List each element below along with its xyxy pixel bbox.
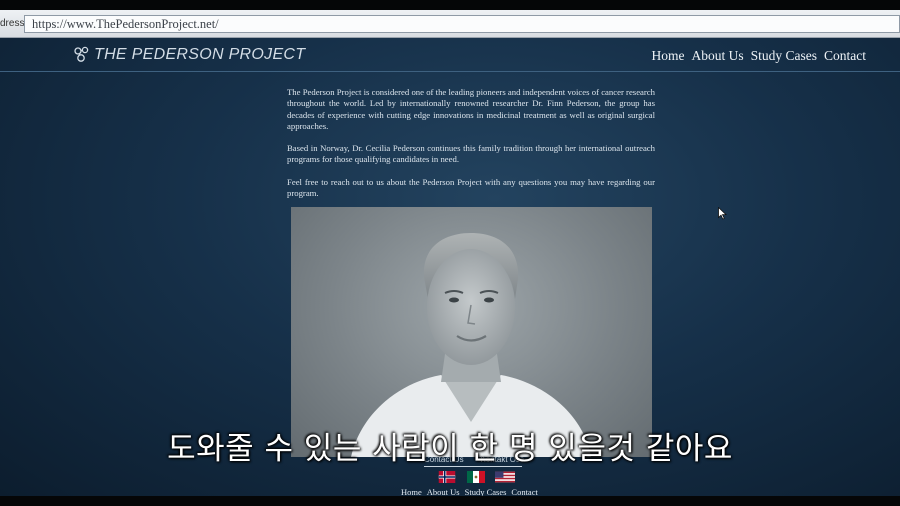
footer-nav-about-us[interactable]: About Us [427, 487, 460, 496]
url-field[interactable]: https://www.ThePedersonProject.net/ [24, 15, 900, 33]
header-divider [0, 71, 900, 72]
norway-flag-icon[interactable] [437, 471, 457, 483]
intro-text: The Pederson Project is considered one o… [287, 87, 655, 210]
site-logo[interactable]: THE PEDERSON PROJECT [72, 43, 305, 67]
language-flags [437, 471, 515, 483]
footer-nav-contact[interactable]: Contact [511, 487, 537, 496]
intro-paragraph-2: Based in Norway, Dr. Cecilia Pederson co… [287, 143, 655, 165]
intro-paragraph-3: Feel free to reach out to us about the P… [287, 176, 655, 199]
logo-text: THE PEDERSON PROJECT [94, 46, 306, 63]
footer-nav-home[interactable]: Home [401, 487, 422, 496]
portrait-illustration [351, 233, 591, 457]
molecule-icon [74, 46, 89, 62]
nav-study-cases[interactable]: Study Cases [751, 48, 817, 64]
subtitle-caption: 도와줄 수 있는 사람이 한 명 있을것 같아요 [167, 431, 733, 467]
intro-paragraph-1: The Pederson Project is considered one o… [287, 87, 655, 131]
browser-address-bar: dress https://www.ThePedersonProject.net… [0, 10, 900, 38]
letterbox-top [0, 0, 900, 10]
nav-contact[interactable]: Contact [824, 48, 866, 64]
mexico-flag-icon[interactable] [466, 471, 486, 483]
footer-nav: Home About Us Study Cases Contact [401, 487, 538, 496]
nav-home[interactable]: Home [651, 48, 684, 64]
main-nav: Home About Us Study Cases Contact [651, 48, 866, 64]
letterbox-bottom [0, 496, 900, 506]
address-label: dress [0, 18, 25, 29]
url-text: https://www.ThePedersonProject.net/ [32, 17, 219, 31]
nav-about-us[interactable]: About Us [691, 48, 743, 64]
portrait-photo [291, 207, 652, 457]
mouse-cursor-icon [718, 207, 727, 220]
usa-flag-icon[interactable] [495, 471, 515, 483]
footer-nav-study-cases[interactable]: Study Cases [465, 487, 507, 496]
